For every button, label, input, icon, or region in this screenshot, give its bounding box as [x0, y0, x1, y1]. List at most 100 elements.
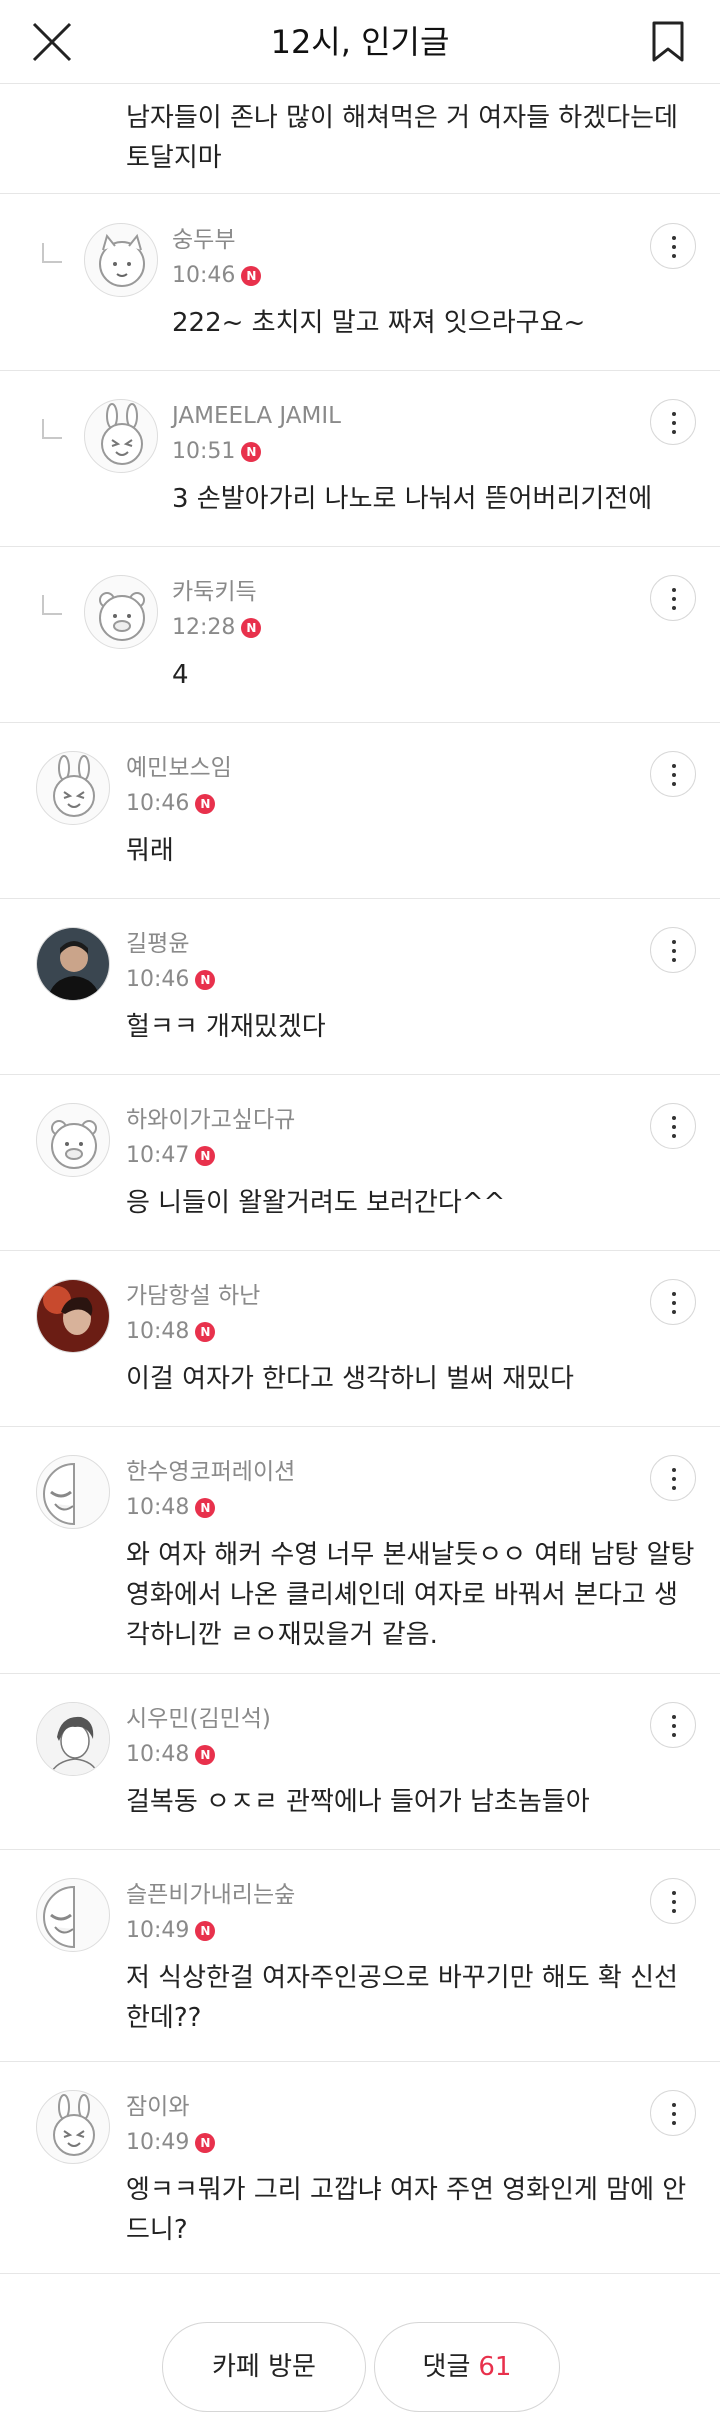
more-options-icon[interactable]: [650, 1702, 696, 1748]
comment-meta: 10:49 N: [126, 2128, 216, 2158]
avatar[interactable]: [36, 1279, 110, 1353]
reply-indicator-icon: [42, 419, 62, 439]
new-badge: N: [195, 1322, 216, 1342]
comment-text: 걸복동 ㅇㅈㄹ 관짝에나 들어가 남초놈들아: [126, 1787, 590, 1817]
comment-continuation: 남자들이 존나 많이 해쳐먹은 거 여자들 하겠다는데 토달지마: [0, 84, 720, 194]
comment-time: 10:46: [126, 967, 190, 992]
comment-meta: 10:46 N: [126, 965, 216, 995]
new-badge: N: [241, 618, 262, 638]
comment-author[interactable]: 가담항설 하난: [126, 1281, 260, 1311]
more-options-icon[interactable]: [650, 399, 696, 445]
avatar[interactable]: [36, 927, 110, 1001]
reply-indicator-icon: [42, 595, 62, 615]
new-badge: N: [195, 794, 216, 814]
more-options-icon[interactable]: [650, 223, 696, 269]
comment-time: 10:47: [126, 1143, 190, 1168]
more-options-icon[interactable]: [650, 927, 696, 973]
comment-author[interactable]: 숭두부: [172, 225, 235, 255]
avatar[interactable]: [84, 575, 158, 649]
comment-item: 카둑키득 12:28 N 4: [0, 547, 720, 723]
comment-author[interactable]: 카둑키득: [172, 577, 257, 607]
more-options-icon[interactable]: [650, 1103, 696, 1149]
avatar[interactable]: [36, 1878, 110, 1952]
comment-time: 10:51: [172, 439, 236, 464]
new-badge: N: [241, 442, 262, 462]
more-options-icon[interactable]: [650, 2090, 696, 2136]
avatar[interactable]: [36, 1702, 110, 1776]
comments-count: 61: [478, 2352, 512, 2382]
more-options-icon[interactable]: [650, 1279, 696, 1325]
comment-author[interactable]: 예민보스임: [126, 753, 232, 783]
more-options-icon[interactable]: [650, 751, 696, 797]
comment-meta: 10:49 N: [126, 1916, 216, 1946]
visit-cafe-label: 카페 방문: [212, 2352, 316, 2382]
new-badge: N: [195, 2133, 216, 2153]
comment-time: 10:46: [172, 263, 236, 288]
new-badge: N: [195, 970, 216, 990]
more-options-icon[interactable]: [650, 1878, 696, 1924]
comment-time: 10:48: [126, 1742, 190, 1767]
new-badge: N: [195, 1146, 216, 1166]
comment-text: 뭐래: [126, 836, 174, 866]
comment-text: 엥ㅋㅋ뭐가 그리 고깝냐 여자 주연 영화인게 맘에 안드니?: [126, 2175, 687, 2245]
comment-item: 가담항설 하난 10:48 N 이걸 여자가 한다고 생각하니 벌써 재밌다: [0, 1251, 720, 1427]
comment-meta: 10:51 N: [172, 437, 262, 467]
comment-text: 헐ㅋㅋ 개재밌겠다: [126, 1012, 326, 1042]
comment-meta: 10:46 N: [172, 261, 262, 291]
comment-item: 예민보스임 10:46 N 뭐래: [0, 723, 720, 899]
comment-time: 10:48: [126, 1495, 190, 1520]
comment-author[interactable]: 잠이와: [126, 2092, 189, 2122]
more-options-icon[interactable]: [650, 575, 696, 621]
comments-button[interactable]: 댓글 61: [374, 2322, 560, 2412]
comment-text: 4: [172, 660, 189, 690]
comment-meta: 10:48 N: [126, 1317, 216, 1347]
comment-text: 저 식상한걸 여자주인공으로 바꾸기만 해도 확 신선한데??: [126, 1963, 678, 2033]
comment-author[interactable]: 하와이가고싶다규: [126, 1105, 295, 1135]
top-bar: 12시, 인기글: [0, 0, 720, 84]
avatar[interactable]: [84, 223, 158, 297]
reply-indicator-icon: [42, 243, 62, 263]
new-badge: N: [195, 1921, 216, 1941]
comment-item: 숭두부 10:46 N 222~ 초치지 말고 짜져 잇으라구요~: [0, 195, 720, 371]
avatar[interactable]: [36, 751, 110, 825]
comment-meta: 10:48 N: [126, 1493, 216, 1523]
comment-author[interactable]: 시우민(김민석): [126, 1704, 271, 1734]
comment-author[interactable]: 한수영코퍼레이션: [126, 1457, 295, 1487]
avatar[interactable]: [36, 1455, 110, 1529]
avatar[interactable]: [36, 2090, 110, 2164]
comment-text: 이걸 여자가 한다고 생각하니 벌써 재밌다: [126, 1364, 574, 1394]
visit-cafe-button[interactable]: 카페 방문: [162, 2322, 366, 2412]
more-options-icon[interactable]: [650, 1455, 696, 1501]
comment-item: JAMEELA JAMIL 10:51 N 3 손발아가리 나노로 나눠서 뜯어버리기…: [0, 371, 720, 547]
comment-item: 슬픈비가내리는숲 10:49 N 저 식상한걸 여자주인공으로 바꾸기만 해도 확 신…: [0, 1850, 720, 2062]
comment-meta: 10:48 N: [126, 1740, 216, 1770]
comment-meta: 10:46 N: [126, 789, 216, 819]
new-badge: N: [241, 266, 262, 286]
comment-time: 10:48: [126, 1319, 190, 1344]
comment-author[interactable]: JAMEELA JAMIL: [172, 401, 341, 431]
comment-meta: 10:47 N: [126, 1141, 216, 1171]
comment-text: 남자들이 존나 많이 해쳐먹은 거 여자들 하겠다는데 토달지마: [126, 103, 678, 173]
new-badge: N: [195, 1745, 216, 1765]
comments-label: 댓글: [422, 2352, 471, 2382]
comment-time: 12:28: [172, 615, 236, 640]
bookmark-icon[interactable]: [650, 20, 686, 64]
comment-time: 10:49: [126, 2130, 190, 2155]
comment-text: 와 여자 해커 수영 너무 본새날듯ㅇㅇ 여태 남탕 알탕 영화에서 나온 클리…: [126, 1540, 695, 1650]
comment-author[interactable]: 슬픈비가내리는숲: [126, 1880, 295, 1910]
avatar[interactable]: [36, 1103, 110, 1177]
comment-text: 응 니들이 왈왈거려도 보러간다^^: [126, 1188, 506, 1218]
comment-item: 한수영코퍼레이션 10:48 N 와 여자 해커 수영 너무 본새날듯ㅇㅇ 여태 남탕…: [0, 1427, 720, 1674]
comment-text: 222~ 초치지 말고 짜져 잇으라구요~: [172, 308, 586, 338]
comment-meta: 12:28 N: [172, 613, 262, 643]
comment-time: 10:46: [126, 791, 190, 816]
comment-text: 3 손발아가리 나노로 나눠서 뜯어버리기전에: [172, 484, 653, 514]
comment-item: 하와이가고싶다규 10:47 N 응 니들이 왈왈거려도 보러간다^^: [0, 1075, 720, 1251]
new-badge: N: [195, 1498, 216, 1518]
avatar[interactable]: [84, 399, 158, 473]
comment-author[interactable]: 길평윤: [126, 929, 189, 959]
page-title: 12시, 인기글: [270, 23, 450, 61]
comment-item: 길평윤 10:46 N 헐ㅋㅋ 개재밌겠다: [0, 899, 720, 1075]
comment-item: 잠이와 10:49 N 엥ㅋㅋ뭐가 그리 고깝냐 여자 주연 영화인게 맘에 안드니?: [0, 2062, 720, 2274]
comment-time: 10:49: [126, 1918, 190, 1943]
